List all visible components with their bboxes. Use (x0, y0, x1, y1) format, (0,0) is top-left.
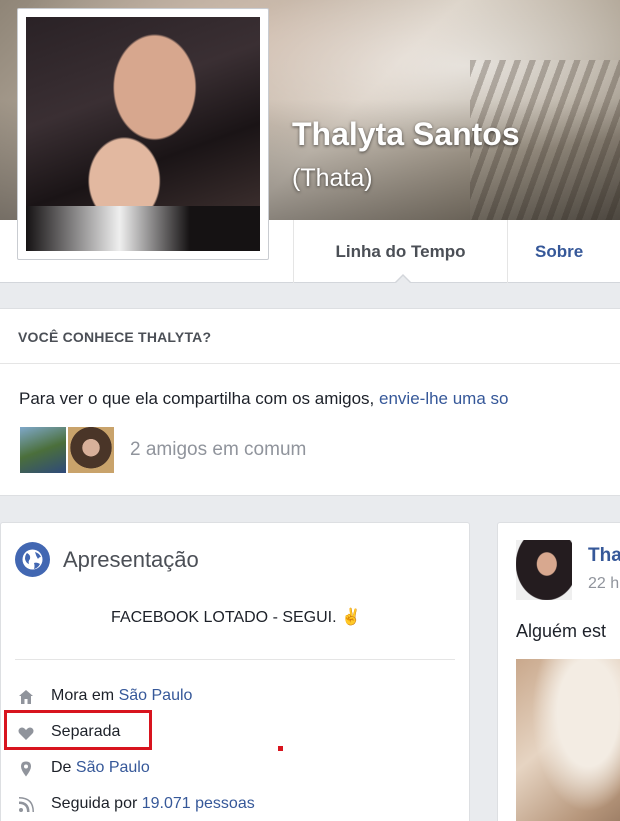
info-text: De São Paulo (51, 759, 150, 777)
tab-about[interactable]: Sobre (507, 220, 620, 283)
followers-link[interactable]: 19.071 pessoas (142, 795, 255, 812)
profile-bio: FACEBOOK LOTADO - SEGUI. ✌ (111, 609, 361, 626)
mutual-friend-avatar[interactable] (68, 427, 114, 473)
profile-nickname: (Thata) (292, 164, 373, 192)
know-card-title: VOCÊ CONHECE THALYTA? (18, 329, 212, 345)
annotation-dot (278, 746, 283, 751)
post-text: Alguém est (516, 621, 607, 641)
home-icon (17, 688, 35, 706)
rss-icon (17, 796, 35, 814)
highlight-annotation-box (4, 710, 152, 750)
know-card-text: Para ver o que ela compartilha com os am… (19, 389, 508, 409)
info-text: Mora em São Paulo (51, 687, 192, 705)
divider (15, 659, 455, 660)
pin-icon (17, 760, 35, 778)
info-prefix: Mora em (51, 687, 119, 704)
intro-title: Apresentação (63, 547, 199, 572)
globe-icon (15, 542, 50, 577)
post-author-avatar[interactable] (516, 540, 572, 600)
divider (0, 363, 620, 364)
intro-card: Apresentação FACEBOOK LOTADO - SEGUI. ✌ … (0, 522, 470, 821)
know-card-message: Para ver o que ela compartilha com os am… (19, 389, 380, 408)
post-card: Tha 22 h Alguém est (497, 522, 620, 821)
info-prefix: Seguida por (51, 795, 142, 812)
profile-picture[interactable] (17, 8, 269, 260)
info-row-from: De São Paulo (15, 757, 455, 781)
mutual-friends-count[interactable]: 2 amigos em comum (130, 439, 306, 461)
post-image[interactable] (516, 659, 620, 821)
send-friend-request-link[interactable]: envie-lhe uma so (379, 389, 508, 408)
profile-picture-image (26, 17, 260, 251)
info-text: Seguida por 19.071 pessoas (51, 795, 255, 813)
info-row-lives-in: Mora em São Paulo (15, 685, 455, 709)
know-person-card: VOCÊ CONHECE THALYTA? Para ver o que ela… (0, 308, 620, 496)
city-link[interactable]: São Paulo (119, 687, 193, 704)
active-tab-caret-fill (395, 276, 411, 284)
hometown-link[interactable]: São Paulo (76, 759, 150, 776)
info-row-followers: Seguida por 19.071 pessoas (15, 793, 455, 817)
profile-name[interactable]: Thalyta Santos (292, 116, 520, 153)
mutual-friend-avatar[interactable] (20, 427, 66, 473)
info-prefix: De (51, 759, 76, 776)
post-author-name[interactable]: Tha (588, 545, 620, 567)
post-timestamp[interactable]: 22 h (588, 575, 619, 593)
